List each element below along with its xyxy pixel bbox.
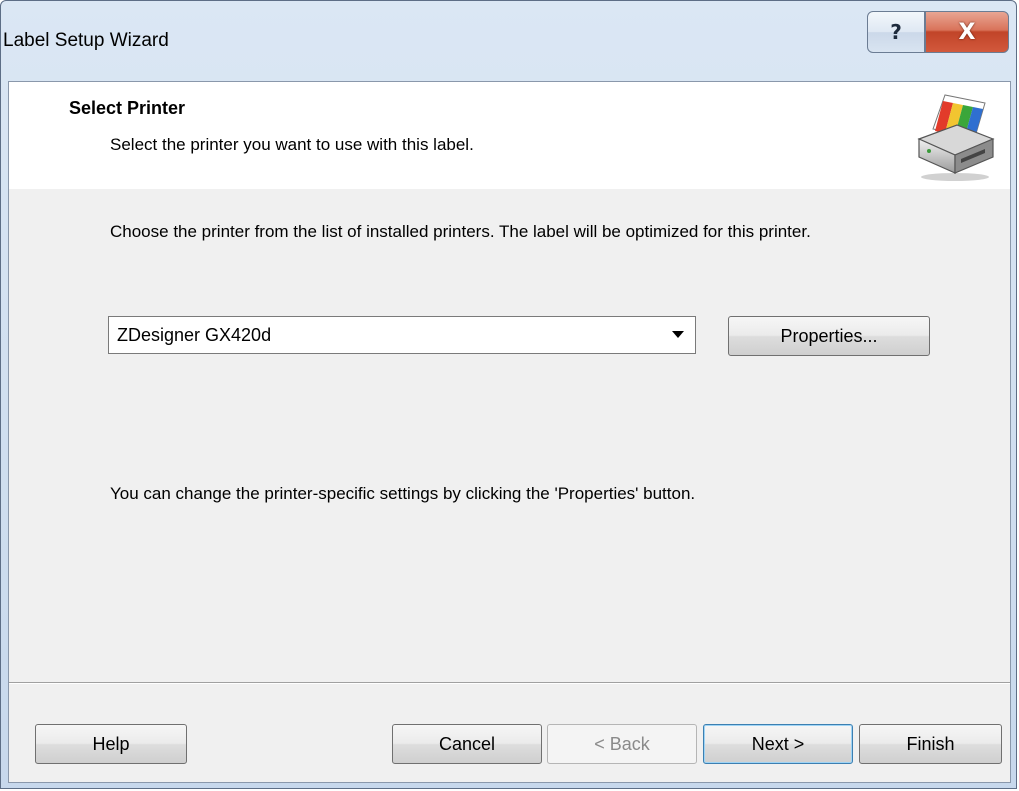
back-button[interactable]: < Back (547, 724, 697, 764)
page-subtitle: Select the printer you want to use with … (110, 135, 474, 154)
wizard-header: Select Printer Select the printer you wa… (9, 82, 1010, 189)
cancel-button[interactable]: Cancel (392, 724, 542, 764)
finish-button[interactable]: Finish (859, 724, 1002, 764)
dialog-client-area: Select Printer Select the printer you wa… (8, 81, 1011, 783)
page-title: Select Printer (69, 98, 186, 118)
wizard-window: Label Setup Wizard ? X Select Printer Se… (0, 0, 1017, 789)
close-icon: X (958, 19, 976, 45)
help-button[interactable]: Help (35, 724, 187, 764)
instruction-text: Choose the printer from the list of inst… (110, 222, 811, 241)
hint-text: You can change the printer-specific sett… (110, 484, 696, 503)
next-button[interactable]: Next > (703, 724, 853, 764)
title-bar[interactable]: Label Setup Wizard ? X (1, 1, 1016, 81)
footer-divider (9, 682, 1010, 684)
chevron-down-icon[interactable] (661, 317, 695, 353)
printer-select[interactable]: ZDesigner GX420d (108, 316, 696, 354)
properties-button[interactable]: Properties... (728, 316, 930, 356)
printer-select-value: ZDesigner GX420d (117, 324, 272, 345)
question-icon: ? (890, 20, 902, 44)
window-title: Label Setup Wizard (3, 30, 169, 51)
close-button[interactable]: X (925, 11, 1009, 53)
printer-icon (917, 94, 995, 181)
help-caption-button[interactable]: ? (867, 11, 925, 53)
